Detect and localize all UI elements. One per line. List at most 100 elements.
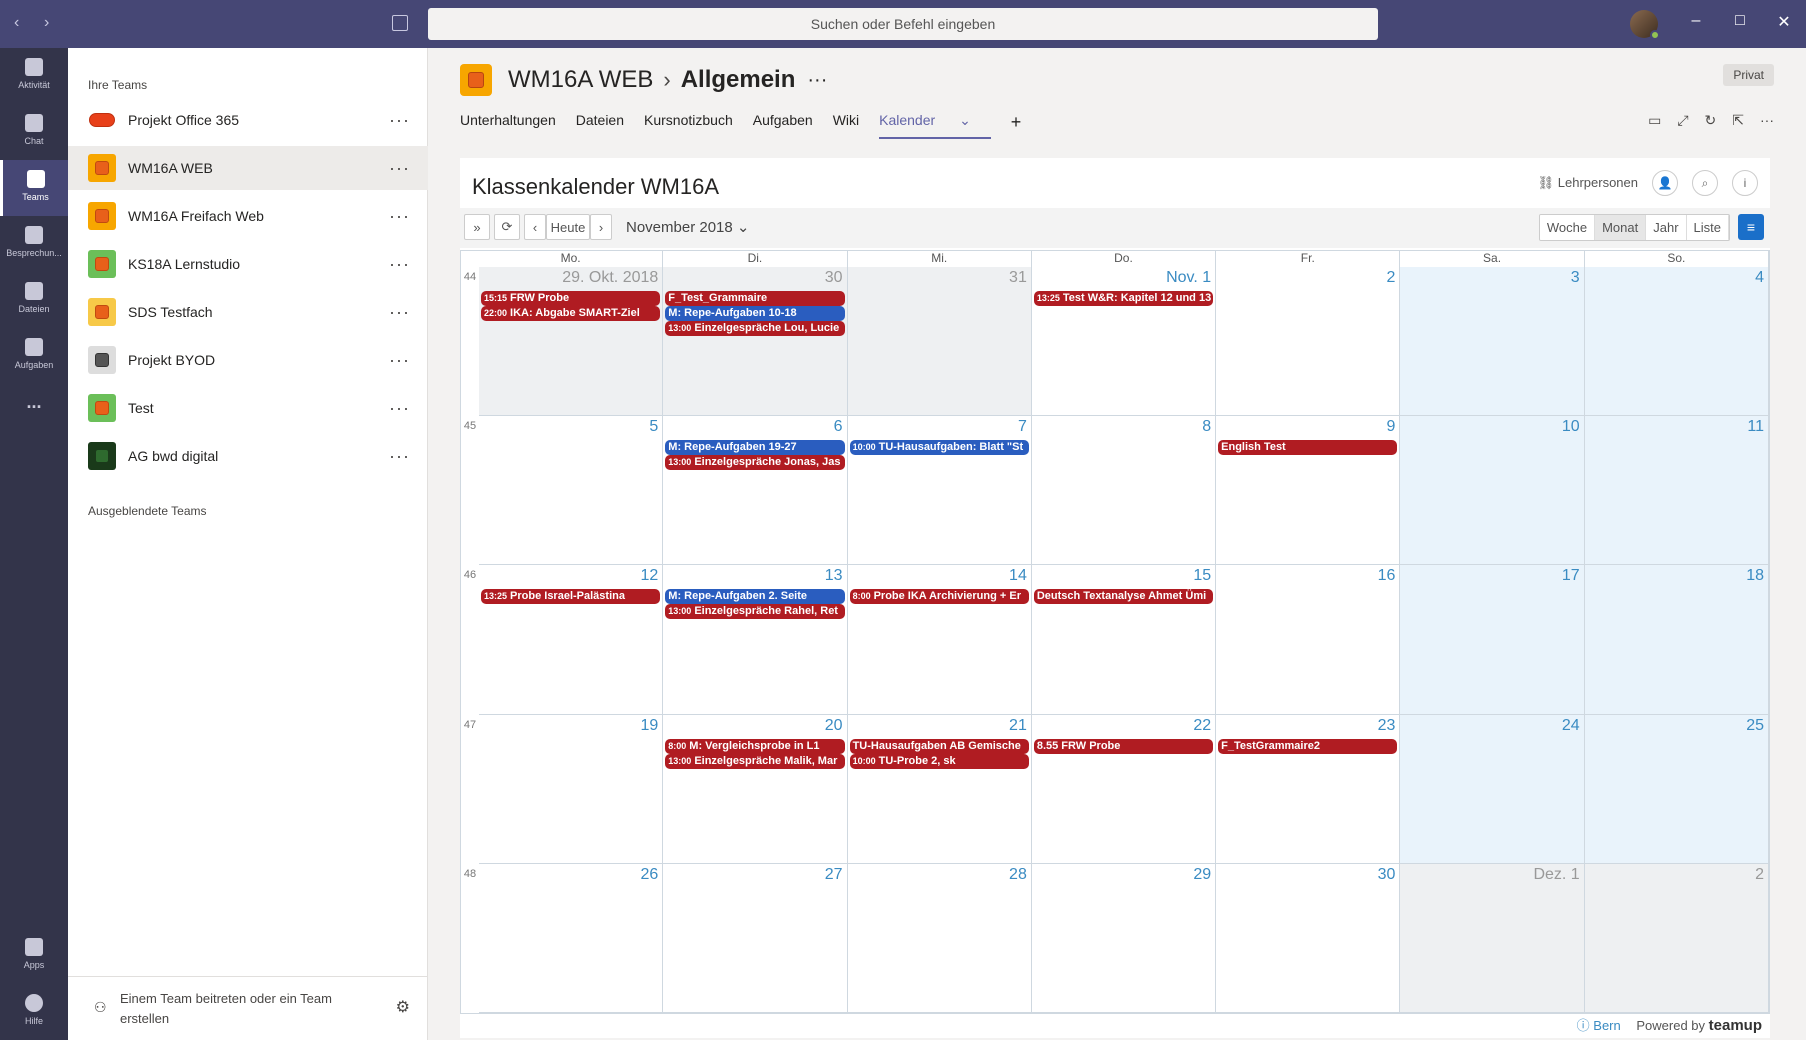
- team-item[interactable]: WM16A Freifach Web ···: [68, 194, 428, 238]
- day-cell[interactable]: 28: [847, 863, 1032, 1013]
- more-options-icon[interactable]: ···: [807, 69, 827, 92]
- search-icon[interactable]: ⌕: [1692, 170, 1718, 196]
- calendar-event[interactable]: 13:25 Test W&R: Kapitel 12 und 13: [1033, 291, 1214, 306]
- day-cell[interactable]: 12 13:25 Probe Israel-Palästina: [479, 565, 664, 715]
- prev-icon[interactable]: ‹: [524, 214, 546, 240]
- day-cell[interactable]: 7 10:00 TU-Hausaufgaben: Blatt "St: [847, 416, 1032, 566]
- tab-tasks[interactable]: Aufgaben: [753, 112, 813, 139]
- calendar-event[interactable]: 13:00 Einzelgespräche Malik, Mar: [665, 753, 845, 769]
- day-cell[interactable]: 10: [1400, 416, 1585, 566]
- month-selector[interactable]: November 2018 ⌄: [626, 218, 749, 236]
- add-tab-icon[interactable]: +: [1011, 112, 1022, 139]
- team-item[interactable]: Test ···: [68, 386, 428, 430]
- rail-chat[interactable]: Chat: [0, 104, 68, 160]
- day-cell[interactable]: 22 8.55 FRW Probe: [1031, 714, 1217, 864]
- calendar-event[interactable]: 13:25 Probe Israel-Palästina: [481, 589, 661, 605]
- search-input[interactable]: Suchen oder Befehl eingeben: [428, 8, 1378, 40]
- day-cell[interactable]: 21 TU-Hausaufgaben AB Gemische 10:00 TU-Pro…: [847, 714, 1032, 864]
- day-cell[interactable]: 16: [1216, 565, 1401, 715]
- day-cell[interactable]: 9 English Test: [1216, 416, 1401, 566]
- menu-icon[interactable]: ≡: [1738, 214, 1764, 240]
- tab-wiki[interactable]: Wiki: [833, 112, 859, 139]
- more-options-icon[interactable]: ···: [389, 446, 410, 467]
- day-cell[interactable]: 11: [1584, 416, 1769, 566]
- calendar-event[interactable]: 13:00 Einzelgespräche Lou, Lucie: [665, 321, 845, 336]
- day-cell[interactable]: 20 8:00 M: Vergleichsprobe in L1 13:00 Einze…: [663, 714, 848, 864]
- location-link[interactable]: ⓘ Bern: [1577, 1018, 1621, 1033]
- day-cell[interactable]: 2: [1584, 863, 1769, 1013]
- calendar-event[interactable]: M: Repe-Aufgaben 19-27: [665, 440, 845, 456]
- gear-icon[interactable]: ⚙: [396, 997, 410, 1017]
- info-icon[interactable]: i: [1732, 170, 1758, 196]
- teachers-link[interactable]: ⛓ Lehrpersonen: [1538, 175, 1638, 191]
- day-cell[interactable]: 29. Okt. 2018 15:15 FRW Probe 22:00 IKA: Abg…: [479, 267, 664, 417]
- team-item[interactable]: Projekt BYOD ···: [68, 338, 428, 382]
- view-month[interactable]: Monat: [1595, 215, 1647, 240]
- day-cell[interactable]: 4: [1584, 267, 1769, 417]
- expand-icon[interactable]: ⤢: [1677, 112, 1688, 129]
- team-item[interactable]: Projekt Office 365 ···: [68, 98, 428, 142]
- day-cell[interactable]: 23 F_TestGrammaire2: [1216, 714, 1401, 864]
- calendar-event[interactable]: F_Test_Grammaire: [665, 291, 845, 306]
- more-options-icon[interactable]: ···: [389, 302, 410, 323]
- calendar-event[interactable]: 8:00 Probe IKA Archivierung + Er: [849, 589, 1029, 605]
- team-item[interactable]: SDS Testfach ···: [68, 290, 428, 334]
- day-cell[interactable]: Dez. 1: [1400, 863, 1585, 1013]
- minimize-icon[interactable]: –: [1686, 12, 1706, 30]
- rail-meetings[interactable]: Besprechun...: [0, 216, 68, 272]
- more-options-icon[interactable]: ···: [389, 254, 410, 275]
- calendar-event[interactable]: 8.55 FRW Probe: [1033, 738, 1214, 754]
- view-week[interactable]: Woche: [1539, 215, 1596, 240]
- next-icon[interactable]: ›: [590, 214, 612, 240]
- day-cell[interactable]: 29: [1031, 863, 1217, 1013]
- calendar-event[interactable]: 22:00 IKA: Abgabe SMART-Ziel: [481, 306, 661, 321]
- rail-teams[interactable]: Teams: [0, 160, 68, 216]
- reload-icon[interactable]: ↻: [1705, 112, 1717, 129]
- day-cell[interactable]: 26: [479, 863, 664, 1013]
- day-cell[interactable]: 17: [1400, 565, 1585, 715]
- rail-help[interactable]: Hilfe: [0, 984, 68, 1040]
- compose-icon[interactable]: [392, 15, 408, 31]
- day-cell[interactable]: 8: [1031, 416, 1217, 566]
- view-list[interactable]: Liste: [1686, 215, 1729, 240]
- more-icon[interactable]: ...: [0, 392, 68, 448]
- day-cell[interactable]: 19: [479, 714, 664, 864]
- calendar-event[interactable]: M: Repe-Aufgaben 2. Seite: [665, 589, 845, 605]
- more-options-icon[interactable]: ···: [389, 206, 410, 227]
- tab-calendar[interactable]: Kalender ⌄: [879, 112, 991, 139]
- day-cell[interactable]: Nov. 1 13:25 Test W&R: Kapitel 12 und 13: [1031, 267, 1217, 417]
- conversation-icon[interactable]: ▭: [1648, 112, 1661, 129]
- tab-notebook[interactable]: Kursnotizbuch: [644, 112, 733, 139]
- day-cell[interactable]: 30: [1216, 863, 1401, 1013]
- calendar-event[interactable]: 10:00 TU-Probe 2, sk: [849, 753, 1029, 769]
- calendar-event[interactable]: 10:00 TU-Hausaufgaben: Blatt "St: [849, 440, 1029, 456]
- forward-arrow-icon[interactable]: ›: [44, 14, 49, 32]
- more-options-icon[interactable]: ···: [389, 158, 410, 179]
- day-cell[interactable]: 14 8:00 Probe IKA Archivierung + Er: [847, 565, 1032, 715]
- calendar-event[interactable]: 13:00 Einzelgespräche Rahel, Ret: [665, 604, 845, 620]
- day-cell[interactable]: 25: [1584, 714, 1769, 864]
- back-arrow-icon[interactable]: ‹: [14, 14, 19, 32]
- user-avatar[interactable]: [1630, 10, 1660, 40]
- more-options-icon[interactable]: ···: [1760, 112, 1774, 129]
- popout-icon[interactable]: ⇱: [1732, 112, 1744, 129]
- calendar-event[interactable]: 15:15 FRW Probe: [481, 291, 661, 306]
- day-cell[interactable]: 3: [1400, 267, 1585, 417]
- day-cell[interactable]: 27: [663, 863, 848, 1013]
- join-team-row[interactable]: ⚇ Einem Team beitreten oder ein Team ers…: [68, 976, 428, 1040]
- teamup-logo[interactable]: teamup: [1709, 1017, 1762, 1034]
- day-cell[interactable]: 18: [1584, 565, 1769, 715]
- rail-apps[interactable]: Apps: [0, 928, 68, 984]
- day-cell[interactable]: 31: [847, 267, 1032, 417]
- day-cell[interactable]: 2: [1216, 267, 1401, 417]
- team-item[interactable]: AG bwd digital ···: [68, 434, 428, 478]
- expand-sidebar-icon[interactable]: »: [464, 214, 490, 240]
- day-cell[interactable]: 6 M: Repe-Aufgaben 19-27 13:00 Einzelgesprä…: [663, 416, 848, 566]
- day-cell[interactable]: 30 F_Test_Grammaire M: Repe-Aufgaben 10-18…: [663, 267, 848, 417]
- maximize-icon[interactable]: □: [1730, 12, 1750, 30]
- hidden-teams-heading[interactable]: Ausgeblendete Teams: [88, 504, 207, 518]
- team-item[interactable]: WM16A WEB ···: [68, 146, 428, 190]
- day-cell[interactable]: 15 Deutsch Textanalyse Ahmet Ümi: [1031, 565, 1217, 715]
- more-options-icon[interactable]: ···: [389, 350, 410, 371]
- rail-tasks[interactable]: Aufgaben: [0, 328, 68, 384]
